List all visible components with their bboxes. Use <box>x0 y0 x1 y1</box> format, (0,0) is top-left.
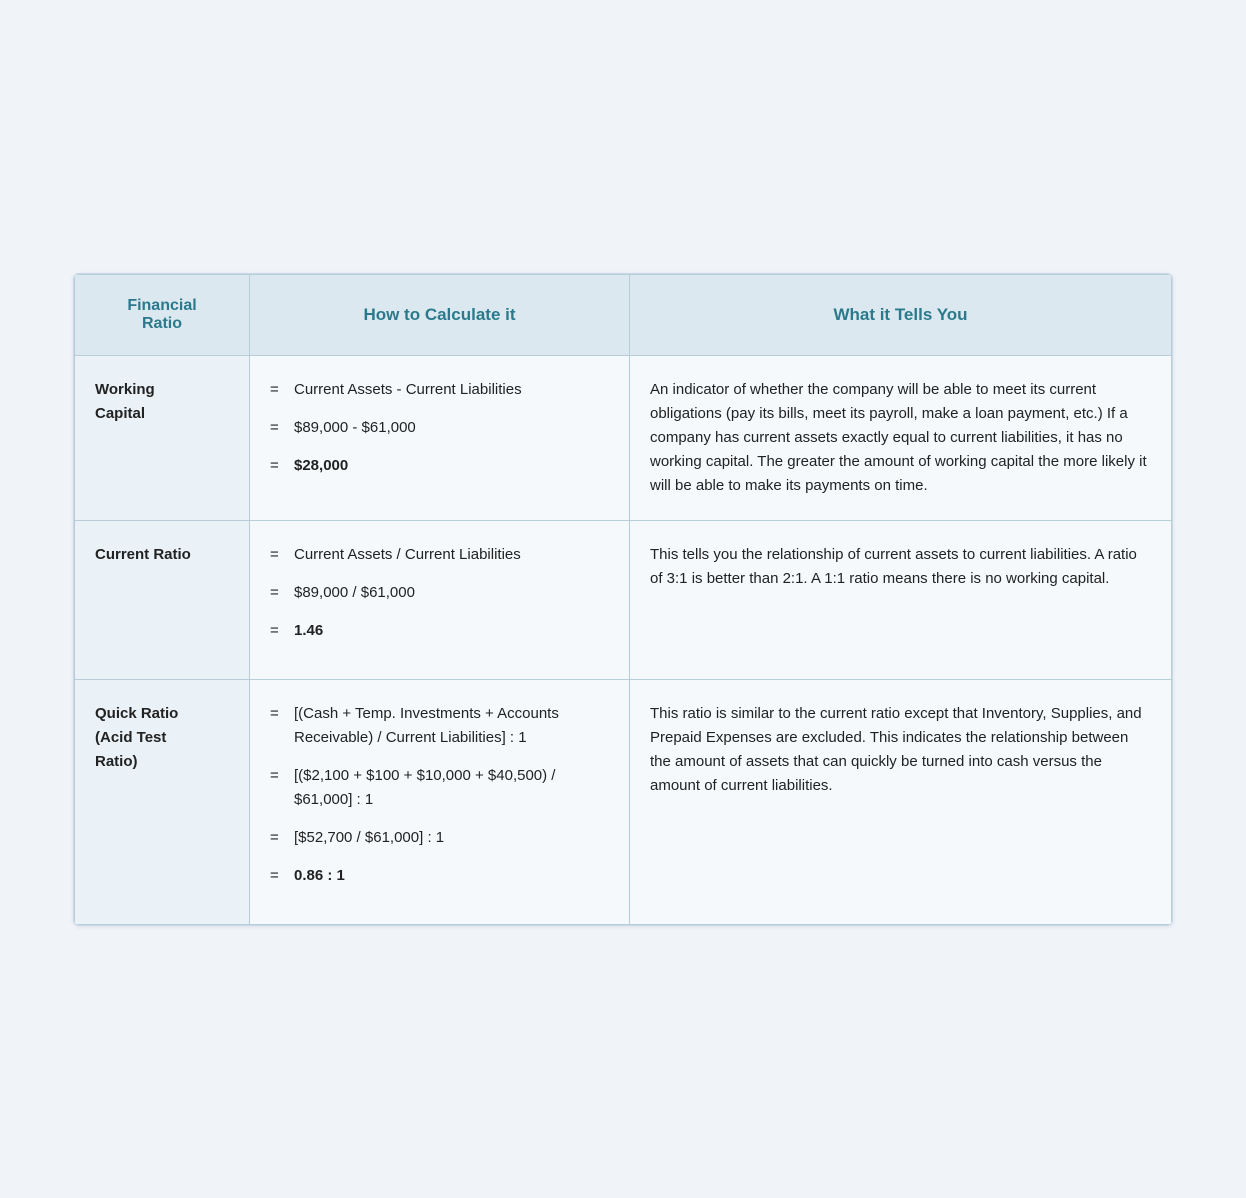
calc-text: $28,000 <box>294 454 348 478</box>
calculation-cell: = Current Assets - Current Liabilities= … <box>250 355 630 520</box>
calc-text: $89,000 - $61,000 <box>294 416 416 440</box>
ratio-label: Current Ratio <box>75 520 250 679</box>
financial-ratio-table: Financial Ratio How to Calculate it What… <box>73 273 1173 926</box>
ratio-label: Working Capital <box>75 355 250 520</box>
calc-line: = $89,000 - $61,000 <box>270 416 609 440</box>
calc-text: [($2,100 + $100 + $10,000 + $40,500) / $… <box>294 764 609 812</box>
calculation-cell: = Current Assets / Current Liabilities= … <box>250 520 630 679</box>
equals-sign: = <box>270 864 288 888</box>
calc-line: = [(Cash + Temp. Investments + Accounts … <box>270 702 609 750</box>
table-row: Current Ratio= Current Assets / Current … <box>75 520 1172 679</box>
calc-line: = $89,000 / $61,000 <box>270 581 609 605</box>
description-cell: This ratio is similar to the current rat… <box>630 679 1172 924</box>
equals-sign: = <box>270 702 288 726</box>
calc-text: Current Assets - Current Liabilities <box>294 378 522 402</box>
calc-line: = 0.86 : 1 <box>270 864 609 888</box>
calc-line: = $28,000 <box>270 454 609 478</box>
calc-text: [(Cash + Temp. Investments + Accounts Re… <box>294 702 609 750</box>
header-financial-ratio: Financial Ratio <box>75 274 250 355</box>
description-cell: This tells you the relationship of curre… <box>630 520 1172 679</box>
calc-text: $89,000 / $61,000 <box>294 581 415 605</box>
calc-line: = 1.46 <box>270 619 609 643</box>
equals-sign: = <box>270 543 288 567</box>
calc-text: Current Assets / Current Liabilities <box>294 543 521 567</box>
header-how-to-calculate: How to Calculate it <box>250 274 630 355</box>
calc-line: = [($2,100 + $100 + $10,000 + $40,500) /… <box>270 764 609 812</box>
table-row: Working Capital= Current Assets - Curren… <box>75 355 1172 520</box>
description-cell: An indicator of whether the company will… <box>630 355 1172 520</box>
ratio-label: Quick Ratio (Acid Test Ratio) <box>75 679 250 924</box>
calc-line: = [$52,700 / $61,000] : 1 <box>270 826 609 850</box>
equals-sign: = <box>270 619 288 643</box>
calc-line: = Current Assets / Current Liabilities <box>270 543 609 567</box>
header-what-it-tells-you: What it Tells You <box>630 274 1172 355</box>
equals-sign: = <box>270 764 288 788</box>
equals-sign: = <box>270 826 288 850</box>
equals-sign: = <box>270 416 288 440</box>
calc-line: = Current Assets - Current Liabilities <box>270 378 609 402</box>
equals-sign: = <box>270 581 288 605</box>
table-row: Quick Ratio (Acid Test Ratio) = [(Cash + … <box>75 679 1172 924</box>
equals-sign: = <box>270 378 288 402</box>
calculation-cell: = [(Cash + Temp. Investments + Accounts … <box>250 679 630 924</box>
calc-text: 1.46 <box>294 619 323 643</box>
calc-text: [$52,700 / $61,000] : 1 <box>294 826 444 850</box>
calc-text: 0.86 : 1 <box>294 864 345 888</box>
equals-sign: = <box>270 454 288 478</box>
